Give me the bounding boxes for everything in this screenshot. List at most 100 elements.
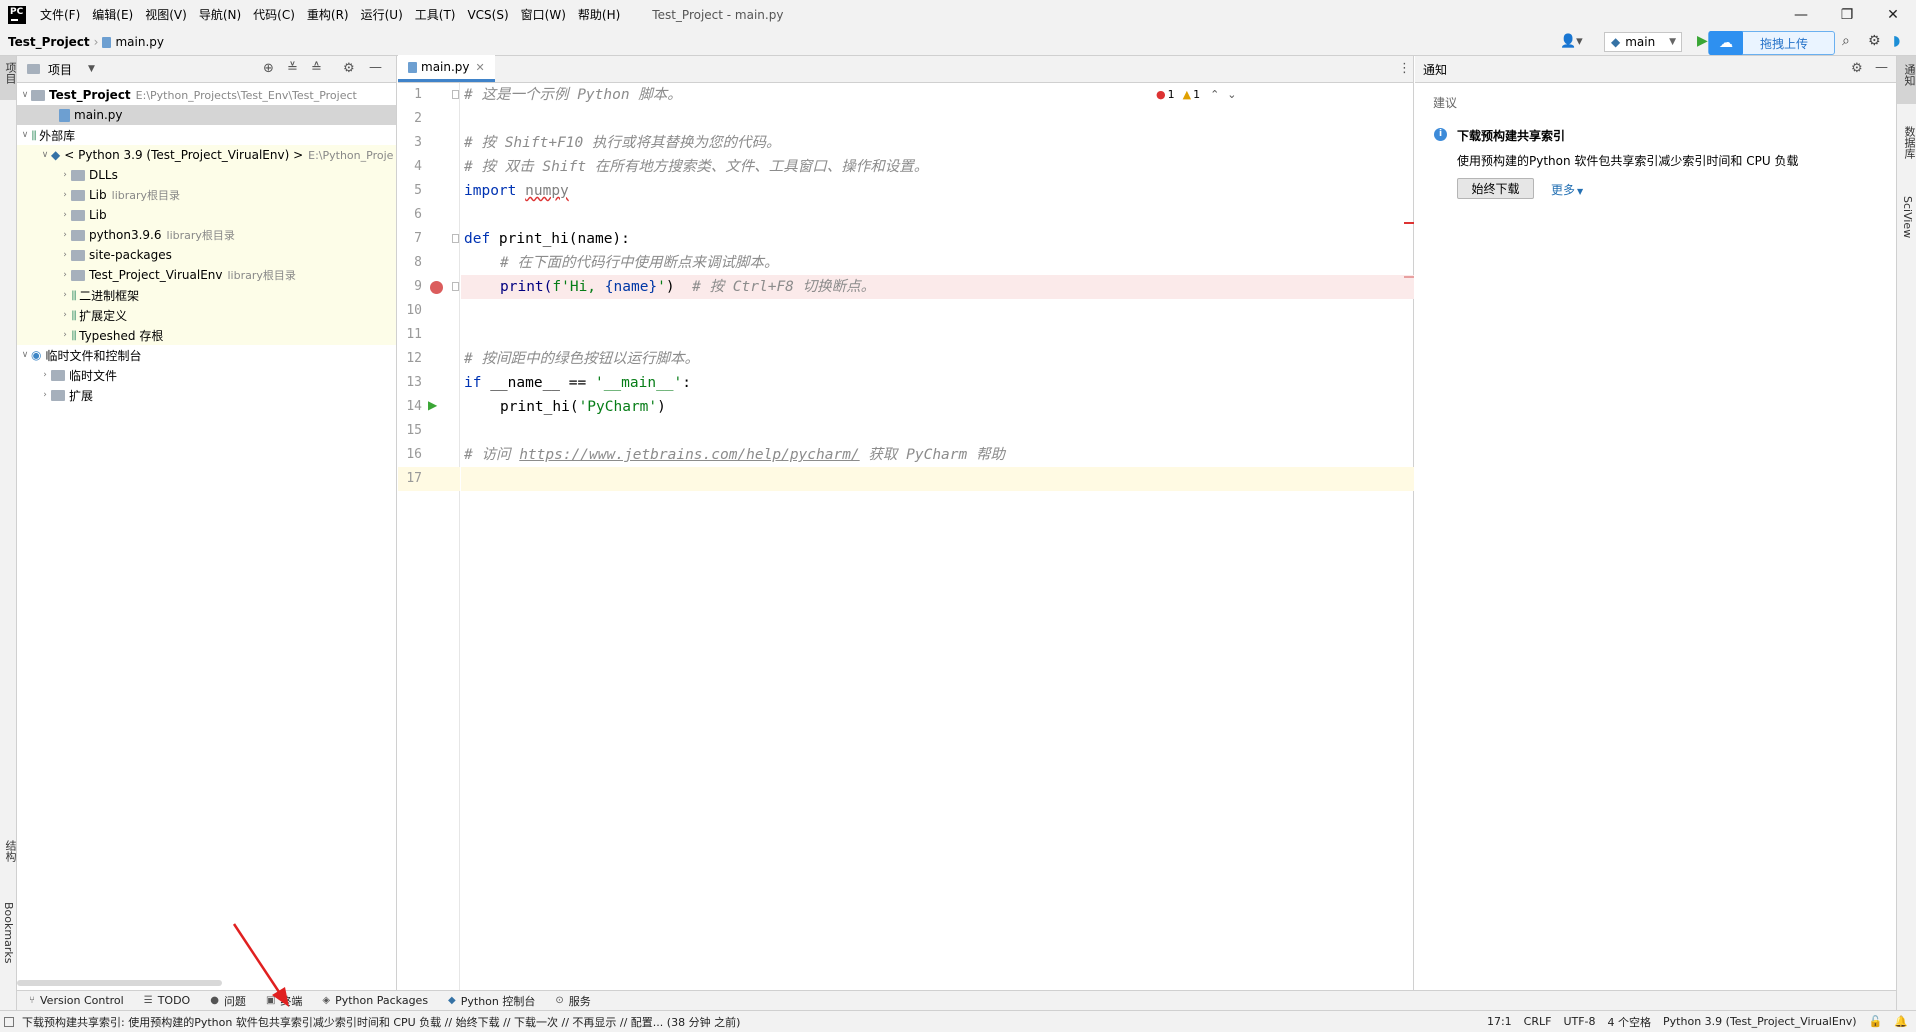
tree-row-binary-skeletons[interactable]: › ||| 二进制框架 (17, 285, 396, 305)
caret-position[interactable]: 17:1 (1487, 1015, 1512, 1028)
bookmarks-tool-button[interactable]: Bookmarks (2, 902, 15, 963)
error-stripe-marker[interactable] (1404, 222, 1414, 224)
chevron-down-icon: ∨ (41, 150, 49, 160)
chevron-down-icon[interactable]: ⌄ (1227, 88, 1236, 101)
run-config-dropdown[interactable]: ◆ main ▼ (1604, 32, 1682, 52)
tab-main-py[interactable]: main.py ✕ (398, 55, 495, 82)
tree-row-external-libs[interactable]: ∨ ||| 外部库 (17, 125, 396, 145)
toggle-tool-windows-icon[interactable] (4, 1016, 14, 1027)
menu-help[interactable]: 帮助(H) (578, 6, 620, 23)
chevron-down-icon: ▼ (1669, 37, 1676, 47)
tree-row-lib-root[interactable]: › Lib library根目录 (17, 185, 396, 205)
restore-button[interactable]: ❐ (1824, 0, 1870, 29)
breadcrumb-file[interactable]: main.py (115, 35, 164, 49)
code-area[interactable]: # 这是一个示例 Python 脚本。 # 按 Shift+F10 执行或将其替… (461, 83, 1414, 990)
minimize-button[interactable]: — (1778, 0, 1824, 29)
tool-problems[interactable]: ● 问题 (210, 993, 246, 1009)
chevron-down-icon[interactable]: ▼ (88, 64, 95, 74)
tool-version-control[interactable]: ⑂ Version Control (29, 994, 124, 1007)
notifications-tool-button[interactable]: 通知 (1897, 56, 1916, 104)
tool-todo[interactable]: ☰ TODO (144, 994, 190, 1007)
fold-icon[interactable] (452, 282, 459, 291)
tree-row-site-packages[interactable]: › site-packages (17, 245, 396, 265)
close-icon[interactable]: ✕ (476, 61, 485, 74)
run-icon[interactable]: ▶ (1697, 33, 1708, 49)
chevron-up-icon[interactable]: ⌃ (1210, 88, 1219, 101)
sciview-tool-button[interactable]: SciView (1901, 196, 1914, 238)
problems-icon: ● (210, 995, 219, 1006)
run-gutter-icon[interactable]: ▶ (428, 398, 437, 412)
status-message[interactable]: 下载预构建共享索引: 使用预构建的Python 软件包共享索引减少索引时间和 C… (22, 1014, 740, 1030)
lock-icon[interactable]: 🔓 (1869, 1015, 1883, 1028)
tree-row-python396[interactable]: › python3.9.6 library根目录 (17, 225, 396, 245)
user-icon[interactable]: 👤▾ (1560, 34, 1583, 49)
expand-all-icon[interactable]: ≚ (287, 61, 298, 76)
file-encoding[interactable]: UTF-8 (1563, 1015, 1595, 1028)
menu-tools[interactable]: 工具(T) (415, 6, 456, 23)
string-literal: '__main__' (594, 375, 683, 391)
interpreter-selector[interactable]: Python 3.9 (Test_Project_VirualEnv) (1663, 1015, 1857, 1028)
tree-row-main-py[interactable]: main.py (17, 105, 396, 125)
horizontal-scrollbar[interactable] (17, 980, 222, 986)
menu-view[interactable]: 视图(V) (145, 6, 187, 23)
tree-label: site-packages (89, 248, 172, 262)
tree-row-scratch-files[interactable]: › 临时文件 (17, 365, 396, 385)
tab-label: main.py (421, 60, 470, 74)
fold-icon[interactable] (452, 90, 459, 99)
tree-row-extensions[interactable]: › 扩展 (17, 385, 396, 405)
gear-icon[interactable]: ⚙ (1851, 61, 1863, 76)
database-tool-button[interactable]: 数据库 (1901, 126, 1916, 159)
inspection-widget[interactable]: ● 1 ▲ 1 ⌃ ⌄ (1156, 88, 1237, 101)
indent-setting[interactable]: 4 个空格 (1608, 1014, 1652, 1030)
tool-services[interactable]: ⊙ 服务 (555, 993, 590, 1009)
library-icon: ||| (71, 289, 77, 301)
gear-icon[interactable]: ⚙ (343, 61, 355, 76)
upload-widget[interactable]: ☁ 拖拽上传 (1708, 31, 1835, 55)
breakpoint-icon[interactable] (430, 281, 443, 294)
locate-icon[interactable]: ⊕ (263, 61, 274, 76)
tree-row-python-sdk[interactable]: ∨ ◆ < Python 3.9 (Test_Project_VirualEnv… (17, 145, 396, 165)
tool-python-console[interactable]: ◆ Python 控制台 (448, 993, 535, 1009)
help-link[interactable]: https://www.jetbrains.com/help/pycharm/ (519, 447, 859, 463)
tree-row-project-root[interactable]: ∨ Test_Project E:\Python_Projects\Test_E… (17, 85, 396, 105)
menu-run[interactable]: 运行(U) (361, 6, 403, 23)
menu-vcs[interactable]: VCS(S) (467, 8, 508, 22)
menu-edit[interactable]: 编辑(E) (92, 6, 133, 23)
always-download-button[interactable]: 始终下载 (1457, 178, 1534, 199)
structure-tool-button[interactable]: 结构 (2, 840, 18, 862)
project-panel-title[interactable]: 项目 (48, 61, 72, 78)
tree-label: 临时文件 (69, 368, 118, 383)
tree-row-extensions-def[interactable]: › ||| 扩展定义 (17, 305, 396, 325)
more-link[interactable]: 更多 ▼ (1551, 181, 1583, 198)
project-tool-button[interactable]: 项目 (0, 56, 17, 100)
breakpoint-stripe-marker[interactable] (1404, 276, 1414, 278)
right-tool-strip: 通知 数据库 SciView (1896, 56, 1916, 1010)
tree-row-dlls[interactable]: › DLLs (17, 165, 396, 185)
menu-navigate[interactable]: 导航(N) (199, 6, 241, 23)
close-window-button[interactable]: ✕ (1870, 0, 1916, 29)
fold-icon[interactable] (452, 234, 459, 243)
menu-window[interactable]: 窗口(W) (521, 6, 566, 23)
tree-row-scratches[interactable]: ∨ ◉ 临时文件和控制台 (17, 345, 396, 365)
notifications-tool-label: 通知 (1903, 64, 1916, 86)
tree-row-lib[interactable]: › Lib (17, 205, 396, 225)
notification-bell-icon[interactable]: 🔔 (1894, 1015, 1908, 1028)
menu-file[interactable]: 文件(F) (40, 6, 80, 23)
tool-python-packages[interactable]: ◈ Python Packages (322, 994, 428, 1007)
collapse-all-icon[interactable]: ≙ (311, 61, 322, 76)
jetbrains-toolbox-icon[interactable]: ◗ (1893, 33, 1900, 49)
more-options-icon[interactable]: ⋮ (1398, 61, 1411, 76)
tool-label: TODO (157, 994, 191, 1007)
tool-terminal[interactable]: ▣ 终端 (266, 993, 302, 1009)
breadcrumb-project[interactable]: Test_Project (8, 35, 90, 49)
tree-row-venv[interactable]: › Test_Project_VirualEnv library根目录 (17, 265, 396, 285)
chevron-right-icon: › (63, 230, 67, 240)
menu-refactor[interactable]: 重构(R) (307, 6, 349, 23)
hide-panel-icon[interactable]: — (1875, 60, 1888, 75)
line-separator[interactable]: CRLF (1524, 1015, 1552, 1028)
tree-row-typeshed[interactable]: › ||| Typeshed 存根 (17, 325, 396, 345)
gear-icon[interactable]: ⚙ (1868, 33, 1881, 49)
menu-code[interactable]: 代码(C) (253, 6, 295, 23)
hide-panel-icon[interactable]: — (369, 60, 382, 75)
search-icon[interactable]: ⌕ (1842, 33, 1850, 49)
